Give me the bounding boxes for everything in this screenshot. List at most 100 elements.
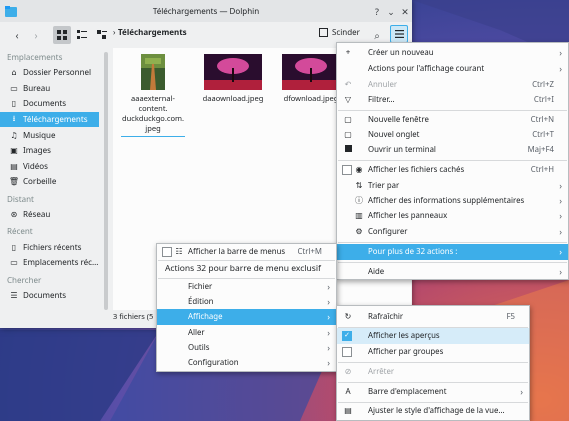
details-view-button[interactable] bbox=[93, 26, 111, 44]
menu-item-create-new[interactable]: + Créer un nouveau › bbox=[337, 45, 568, 61]
sidebar-item-label: Fichiers récents bbox=[23, 241, 82, 253]
menu-separator bbox=[338, 362, 528, 363]
menu-item-current-view-actions[interactable]: Actions pour l'affichage courant › bbox=[337, 61, 568, 77]
sidebar-item-label: Images bbox=[23, 145, 51, 157]
menu-item-stop[interactable]: ⊘ Arrêter bbox=[337, 364, 529, 380]
undo-icon: ↶ bbox=[344, 79, 352, 91]
sidebar-item-search-documents[interactable]: ☰ Documents bbox=[0, 288, 104, 304]
info-icon: ⓘ bbox=[355, 195, 363, 207]
sidebar-item-label: Dossier Personnel bbox=[23, 67, 92, 79]
chevron-right-icon: › bbox=[327, 326, 330, 340]
menu-item-tools[interactable]: Outils › bbox=[157, 340, 336, 356]
menu-item-filter[interactable]: ▽ Filtrer... Ctrl+I bbox=[337, 92, 568, 108]
menu-item-go[interactable]: Aller › bbox=[157, 325, 336, 341]
show-menubar-checkbox[interactable] bbox=[162, 246, 172, 257]
file-name-line: content. bbox=[138, 104, 168, 114]
file-item[interactable]: daaownload.jpeg bbox=[199, 54, 267, 104]
menu-item-more-actions[interactable]: Pour plus de 32 actions : › bbox=[337, 244, 568, 260]
sidebar-item-home[interactable]: ⌂ Dossier Personnel bbox=[0, 65, 104, 81]
hidden-files-checkbox[interactable] bbox=[342, 164, 352, 175]
new-tab-icon: ▢ bbox=[344, 129, 352, 141]
menu-item-file[interactable]: Fichier › bbox=[157, 279, 336, 295]
chevron-right-icon: › bbox=[327, 356, 330, 370]
configure-icon: ⚙ bbox=[355, 226, 363, 238]
breadcrumb-separator-icon: › bbox=[113, 27, 116, 38]
file-name-underline bbox=[121, 136, 185, 137]
menu-item-show-previews[interactable]: ✓ Afficher les aperçus bbox=[337, 328, 529, 344]
eye-icon: ◉ bbox=[355, 164, 363, 176]
file-item[interactable]: aaaexternal- content. duckduckgo.com. jp… bbox=[119, 54, 187, 137]
network-icon: ⊛ bbox=[10, 209, 18, 221]
show-previews-checkbox[interactable]: ✓ bbox=[342, 330, 352, 341]
sidebar-scrollbar[interactable] bbox=[104, 52, 108, 310]
chevron-right-icon: › bbox=[559, 265, 562, 279]
menu-item-show-hidden-files[interactable]: ◉ Afficher les fichiers cachés Ctrl+H bbox=[337, 162, 568, 178]
back-button[interactable]: ‹ bbox=[8, 26, 26, 44]
menu-item-adjust-view[interactable]: ▤ Ajuster le style d'affichage de la vue.… bbox=[337, 403, 529, 419]
filter-icon: ▽ bbox=[344, 94, 352, 106]
sidebar-item-downloads[interactable]: ⭳ Téléchargements bbox=[0, 111, 99, 128]
menu-item-location-bar[interactable]: A Barre d'emplacement › bbox=[337, 384, 529, 400]
sidebar-item-music[interactable]: ♫ Musique bbox=[0, 127, 104, 143]
terminal-icon bbox=[343, 144, 353, 155]
sidebar-item-trash[interactable]: 🗑 Corbeille bbox=[0, 174, 104, 190]
forward-button[interactable]: › bbox=[27, 26, 45, 44]
music-icon: ♫ bbox=[10, 129, 18, 141]
chevron-right-icon: › bbox=[559, 225, 562, 239]
split-button[interactable]: Scinder bbox=[319, 27, 360, 38]
location-bar-icon: A bbox=[345, 386, 351, 398]
menu-item-show-panels[interactable]: ▥ Afficher les panneaux › bbox=[337, 208, 568, 224]
menu-item-show-menubar[interactable]: ☷ Afficher la barre de menus Ctrl+M bbox=[157, 244, 336, 260]
minimize-icon[interactable]: ⌄ bbox=[384, 4, 398, 18]
chevron-right-icon: › bbox=[327, 310, 330, 324]
icons-view-button[interactable] bbox=[53, 26, 71, 44]
sidebar-item-images[interactable]: ▣ Images bbox=[0, 143, 104, 159]
sidebar-item-network[interactable]: ⊛ Réseau bbox=[0, 207, 104, 223]
status-bar: 3 fichiers (5 bbox=[113, 312, 154, 322]
menu-item-view[interactable]: Affichage › bbox=[157, 309, 336, 325]
chevron-right-icon: › bbox=[327, 341, 330, 355]
sidebar-item-label: Vidéos bbox=[23, 160, 48, 172]
menu-separator bbox=[338, 382, 528, 383]
show-groups-checkbox[interactable] bbox=[342, 346, 352, 357]
chevron-right-icon: › bbox=[327, 280, 330, 294]
menu-item-sort-by[interactable]: ⇅ Trier par › bbox=[337, 178, 568, 194]
sidebar-item-documents[interactable]: ▯ Documents bbox=[0, 96, 104, 112]
menu-item-new-window[interactable]: ▢ Nouvelle fenêtre Ctrl+N bbox=[337, 112, 568, 128]
chevron-right-icon: › bbox=[559, 209, 562, 223]
file-item[interactable]: dfownload.jpeg bbox=[277, 54, 345, 104]
menu-item-show-groups[interactable]: Afficher par groupes bbox=[337, 344, 529, 360]
file-name: daaownload.jpeg bbox=[202, 94, 264, 104]
sidebar-item-label: Réseau bbox=[23, 209, 51, 221]
recent-files-icon: ▯ bbox=[11, 241, 17, 253]
images-icon: ▣ bbox=[10, 145, 18, 157]
menu-item-undo[interactable]: ↶ Annuler Ctrl+Z bbox=[337, 77, 568, 93]
sidebar-item-label: Bureau bbox=[23, 82, 51, 94]
menu-item-settings[interactable]: Configuration › bbox=[157, 355, 336, 371]
compact-view-button[interactable] bbox=[73, 26, 91, 44]
videos-icon: ▤ bbox=[10, 160, 18, 172]
sidebar-item-label: Emplacements réc... bbox=[23, 257, 99, 269]
sidebar-item-desktop[interactable]: ▭ Bureau bbox=[0, 81, 104, 97]
menu-item-edit[interactable]: Édition › bbox=[157, 294, 336, 310]
menu-separator bbox=[338, 242, 567, 243]
app-icon bbox=[4, 4, 18, 18]
menu-separator bbox=[338, 262, 567, 263]
plus-icon: + bbox=[345, 47, 351, 59]
close-icon[interactable]: ✕ bbox=[398, 4, 412, 18]
home-icon: ⌂ bbox=[11, 67, 17, 79]
sidebar-item-videos[interactable]: ▤ Vidéos bbox=[0, 159, 104, 175]
sidebar-item-recent-places[interactable]: ▭ Emplacements réc... bbox=[0, 255, 104, 271]
desktop-icon: ▭ bbox=[10, 82, 18, 94]
hamburger-menu-button[interactable] bbox=[390, 25, 408, 43]
menu-item-open-terminal[interactable]: Ouvrir un terminal Maj+F4 bbox=[337, 142, 568, 158]
sidebar-item-recent-files[interactable]: ▯ Fichiers récents bbox=[0, 239, 104, 255]
menu-item-refresh[interactable]: ↻ Rafraîchir F5 bbox=[337, 309, 529, 325]
help-icon[interactable]: ? bbox=[370, 4, 384, 18]
breadcrumb[interactable]: Téléchargements bbox=[118, 27, 187, 38]
title-bar[interactable]: Téléchargements — Dolphin ? ⌄ ✕ bbox=[0, 0, 412, 22]
menu-item-configure[interactable]: ⚙ Configurer › bbox=[337, 224, 568, 240]
menu-item-additional-info[interactable]: ⓘ Afficher des informations supplémentair… bbox=[337, 193, 568, 209]
menu-item-help[interactable]: Aide › bbox=[337, 264, 568, 280]
menu-item-new-tab[interactable]: ▢ Nouvel onglet Ctrl+T bbox=[337, 127, 568, 143]
